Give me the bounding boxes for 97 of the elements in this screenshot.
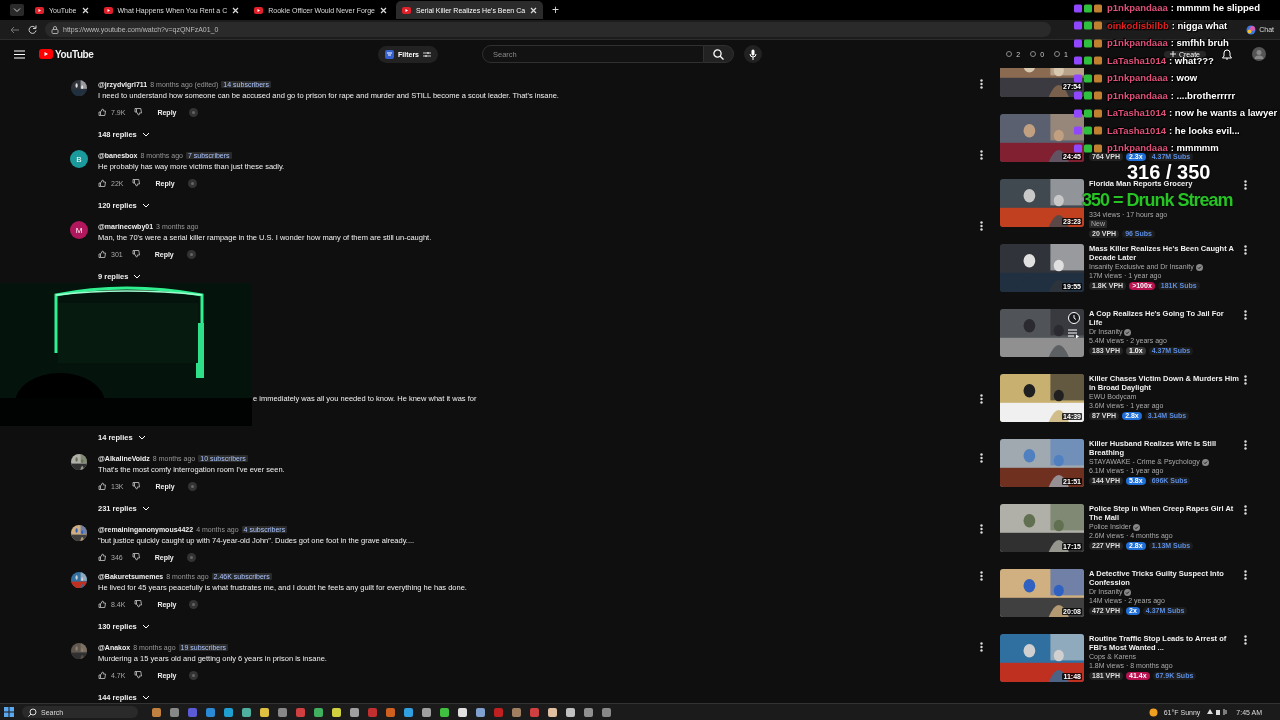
sliders-icon bbox=[423, 50, 431, 58]
copilot-icon bbox=[1246, 24, 1257, 35]
chat-username: p1nkpandaaa bbox=[1107, 38, 1168, 48]
chevron-down-icon bbox=[141, 694, 150, 700]
sun-icon bbox=[1148, 707, 1158, 717]
youtube-icon bbox=[103, 6, 113, 14]
chevron-down-icon bbox=[141, 202, 150, 208]
chat-badges-drawing bbox=[1074, 143, 1104, 153]
chevron-down-icon bbox=[137, 434, 146, 440]
chat-message: : ....brotherrrrr bbox=[1170, 90, 1236, 101]
more-options-icon[interactable] bbox=[980, 221, 983, 231]
more-options-icon[interactable] bbox=[980, 150, 983, 160]
youtube-icon bbox=[254, 6, 264, 14]
search-button[interactable] bbox=[704, 45, 734, 63]
chat-badges-drawing bbox=[1074, 108, 1104, 118]
more-options-icon[interactable] bbox=[1244, 245, 1247, 255]
more-options-icon[interactable] bbox=[980, 79, 983, 89]
more-options-icon[interactable] bbox=[1244, 635, 1247, 645]
more-options-icon[interactable] bbox=[1244, 440, 1247, 450]
chat-message: : mmmmm bbox=[1170, 143, 1219, 153]
chat-badges-drawing bbox=[1074, 56, 1104, 65]
goal-counter: 316 / 350 bbox=[1127, 163, 1211, 181]
tab-list-icon[interactable] bbox=[10, 4, 24, 16]
more-options-icon[interactable] bbox=[980, 571, 983, 581]
dislike-icon[interactable] bbox=[134, 671, 143, 679]
chat-message: : mmmm he slipped bbox=[1170, 3, 1260, 13]
avatar: M bbox=[70, 221, 88, 239]
plus-icon bbox=[1170, 51, 1176, 57]
bell-icon[interactable] bbox=[1222, 48, 1232, 60]
chat-message: : smfhh bruh bbox=[1170, 38, 1229, 48]
close-icon[interactable] bbox=[232, 6, 240, 14]
chat-message: : wow bbox=[1170, 73, 1198, 83]
filter-extension-icon bbox=[385, 49, 394, 59]
chat-message: : he looks evil... bbox=[1169, 125, 1240, 136]
windows-start-icon[interactable] bbox=[4, 707, 14, 717]
like-icon[interactable] bbox=[98, 600, 106, 608]
chat-username: LaTasha1014 bbox=[1107, 55, 1166, 66]
chevron-down-icon bbox=[141, 623, 150, 629]
more-options-icon[interactable] bbox=[1244, 505, 1247, 515]
more-options-icon[interactable] bbox=[1244, 375, 1247, 385]
chat-message: : nigga what bbox=[1171, 20, 1228, 31]
more-options-icon[interactable] bbox=[980, 394, 983, 404]
microphone-icon bbox=[749, 48, 757, 60]
chevron-down-icon bbox=[141, 505, 150, 511]
more-options-icon[interactable] bbox=[1244, 180, 1247, 190]
like-icon[interactable] bbox=[98, 671, 106, 679]
add-to-queue-icon[interactable] bbox=[1068, 329, 1080, 339]
youtube-icon bbox=[402, 6, 411, 14]
youtube-logo[interactable]: YouTube bbox=[39, 48, 94, 60]
back-icon[interactable] bbox=[10, 25, 20, 34]
chat-badges-drawing bbox=[1074, 126, 1104, 135]
like-icon[interactable] bbox=[98, 179, 106, 187]
youtube-icon bbox=[35, 6, 44, 14]
avatar-icon[interactable] bbox=[1252, 47, 1266, 61]
chat-username: p1nkpandaaa bbox=[1107, 90, 1168, 101]
dislike-icon[interactable] bbox=[131, 553, 140, 561]
chat-username: LaTasha1014 bbox=[1107, 108, 1166, 118]
chat-username: LaTasha1014 bbox=[1107, 125, 1166, 136]
chat-badges-drawing bbox=[1074, 91, 1104, 100]
dislike-icon[interactable] bbox=[134, 600, 143, 608]
close-icon[interactable] bbox=[380, 6, 387, 14]
play-logo-icon bbox=[39, 49, 53, 59]
avatar: B bbox=[70, 150, 88, 168]
like-icon[interactable] bbox=[98, 482, 106, 490]
chat-username: p1nkpandaaa bbox=[1107, 73, 1168, 83]
dislike-icon[interactable] bbox=[134, 108, 143, 116]
chat-message: : now he wants a lawyer bbox=[1169, 108, 1278, 118]
more-options-icon[interactable] bbox=[1244, 570, 1247, 580]
chat-badges-drawing bbox=[1074, 38, 1104, 48]
reload-icon[interactable] bbox=[28, 25, 37, 34]
close-icon[interactable] bbox=[530, 6, 538, 14]
chevron-down-icon bbox=[141, 131, 150, 137]
menu-icon[interactable] bbox=[14, 49, 25, 59]
chat-badges-drawing bbox=[1074, 3, 1104, 13]
more-options-icon[interactable] bbox=[980, 642, 983, 652]
like-icon[interactable] bbox=[98, 250, 106, 258]
chat-username: p1nkpandaaa bbox=[1107, 3, 1168, 13]
chat-badges-drawing bbox=[1074, 21, 1104, 30]
more-options-icon[interactable] bbox=[980, 524, 983, 534]
microphone-button[interactable] bbox=[744, 45, 762, 63]
site-info-icon bbox=[51, 25, 59, 34]
dislike-icon[interactable] bbox=[132, 179, 141, 187]
close-icon[interactable] bbox=[81, 6, 89, 14]
more-options-icon[interactable] bbox=[1244, 310, 1247, 320]
search-icon bbox=[28, 707, 37, 717]
dislike-icon[interactable] bbox=[131, 250, 140, 258]
like-icon[interactable] bbox=[98, 553, 106, 561]
chat-username: p1nkpandaaa bbox=[1107, 143, 1168, 153]
watch-later-icon[interactable] bbox=[1068, 312, 1080, 324]
chevron-down-icon bbox=[133, 273, 142, 279]
search-icon bbox=[713, 48, 724, 60]
new-tab-button[interactable]: + bbox=[552, 3, 560, 17]
chat-badges-drawing bbox=[1074, 73, 1104, 83]
like-icon[interactable] bbox=[98, 108, 106, 116]
chat-username: oinkodisbilbb bbox=[1107, 20, 1169, 31]
more-options-icon[interactable] bbox=[980, 453, 983, 463]
dislike-icon[interactable] bbox=[132, 482, 141, 490]
